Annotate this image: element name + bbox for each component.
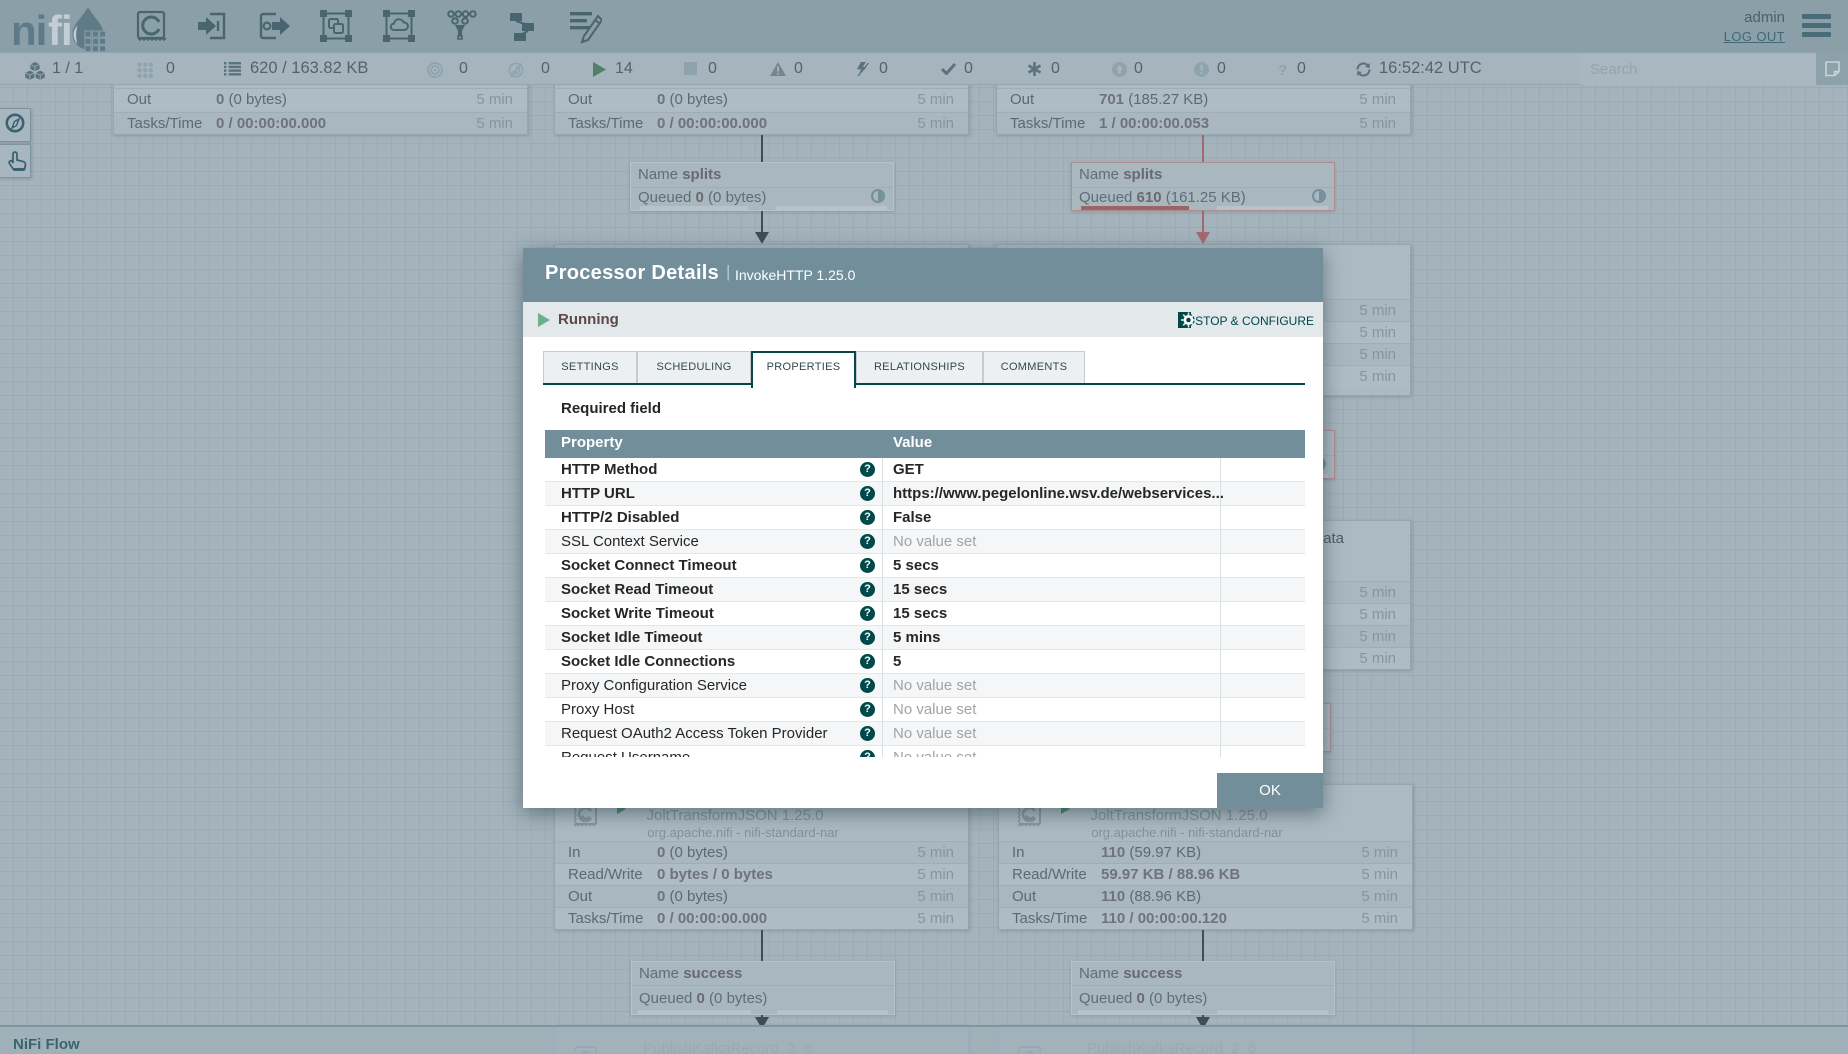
svg-text:fi: fi [48, 7, 72, 54]
svg-text:?: ? [1278, 62, 1287, 77]
svg-text:ni: ni [11, 7, 46, 54]
